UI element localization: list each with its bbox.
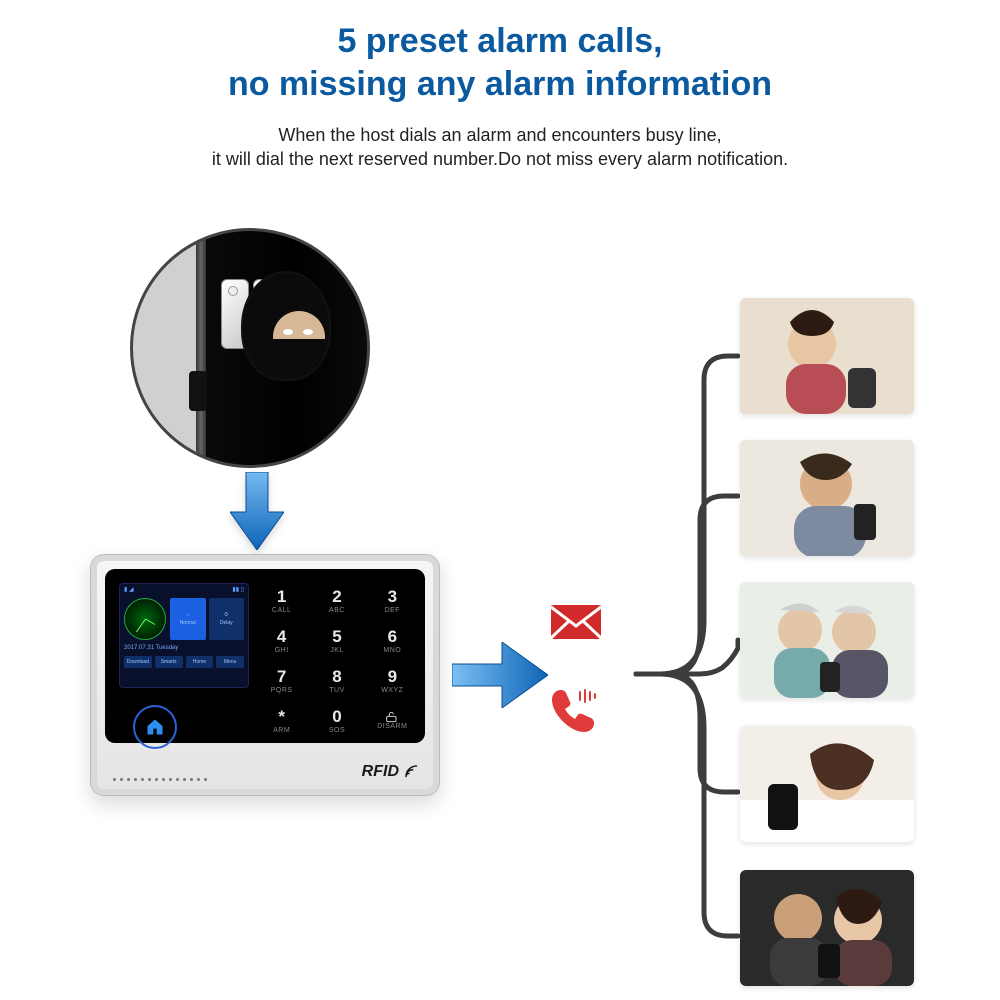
door-handle (189, 371, 207, 411)
lcd-btn: Download (124, 656, 152, 668)
lcd-tile-normal: ⌂Normal (170, 598, 206, 640)
key-star: *ARM (263, 703, 300, 737)
sub-line-2: it will dial the next reserved number.Do… (212, 149, 788, 169)
title-line-1: 5 preset alarm calls, (337, 22, 662, 60)
lcd-btn: Smarts (155, 656, 183, 668)
title-line-2: no missing any alarm information (228, 65, 772, 103)
lcd-btn: Home (186, 656, 214, 668)
intruder-figure (231, 261, 341, 401)
arrow-right-icon (452, 642, 548, 713)
phone-icon (548, 686, 598, 741)
alarm-host-device: ▮ ◢▮▮ ▯ ⌂Normal ⏱Delay 2017.07.31 Tuesda… (90, 554, 440, 796)
key-hash: DISARM (374, 703, 411, 737)
intruder-illustration (130, 228, 370, 468)
rfid-label: RFID (362, 763, 421, 781)
mail-icon (550, 604, 602, 645)
key-6: 6MNO (374, 623, 411, 657)
key-3: 3DEF (374, 583, 411, 617)
contact-photo-2 (740, 440, 914, 556)
page-title: 5 preset alarm calls, no missing any ala… (0, 20, 1000, 105)
key-2: 2ABC (318, 583, 355, 617)
device-keypad: 1CALL 2ABC 3DEF 4GHI 5JKL 6MNO 7PQRS 8TU… (263, 583, 411, 729)
door-edge (196, 231, 206, 465)
lcd-date: 2017.07.31 Tuesday (120, 643, 248, 653)
contact-photo-4 (740, 726, 914, 842)
sub-line-1: When the host dials an alarm and encount… (278, 125, 721, 145)
header: 5 preset alarm calls, no missing any ala… (0, 0, 1000, 172)
contact-photo-1 (740, 298, 914, 414)
page-subtitle: When the host dials an alarm and encount… (0, 123, 1000, 172)
key-7: 7PQRS (263, 663, 300, 697)
device-lcd: ▮ ◢▮▮ ▯ ⌂Normal ⏱Delay 2017.07.31 Tuesda… (119, 583, 249, 688)
key-5: 5JKL (318, 623, 355, 657)
lcd-tile-delay: ⏱Delay (209, 598, 245, 640)
speaker-grille (113, 778, 207, 781)
lcd-btn: Menu (216, 656, 244, 668)
home-ring-icon (133, 705, 177, 749)
key-8: 8TUV (318, 663, 355, 697)
key-9: 9WXYZ (374, 663, 411, 697)
device-bezel: ▮ ◢▮▮ ▯ ⌂Normal ⏱Delay 2017.07.31 Tuesda… (105, 569, 425, 743)
arrow-down-icon (230, 472, 284, 555)
key-0: 0SOS (318, 703, 355, 737)
clock-icon (124, 598, 166, 640)
key-1: 1CALL (263, 583, 300, 617)
key-4: 4GHI (263, 623, 300, 657)
contact-photo-5 (740, 870, 914, 986)
contact-photo-3 (740, 582, 914, 698)
below-screen (133, 705, 177, 749)
rfid-waves-icon (403, 763, 421, 781)
